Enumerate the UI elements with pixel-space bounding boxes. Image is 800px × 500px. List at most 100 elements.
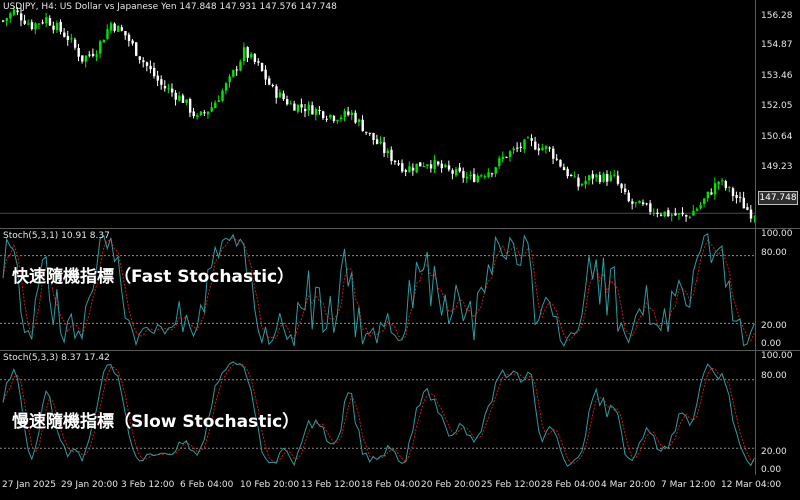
bearish-candle <box>181 95 185 103</box>
bearish-candle <box>149 65 152 70</box>
bearish-candle <box>127 34 131 41</box>
bullish-candle <box>695 208 699 211</box>
bearish-candle <box>616 175 620 184</box>
bullish-candle <box>717 181 720 185</box>
bearish-candle <box>91 53 95 56</box>
bullish-candle <box>221 90 224 101</box>
bullish-candle <box>677 213 681 215</box>
time-label: 28 Feb 04:00 <box>541 480 601 490</box>
time-label: 18 Feb 04:00 <box>361 480 421 490</box>
bearish-candle <box>505 156 508 158</box>
bullish-candle <box>84 55 88 62</box>
bearish-candle <box>318 110 321 112</box>
bullish-candle <box>465 176 469 179</box>
bearish-candle <box>401 163 404 172</box>
bearish-candle <box>48 18 52 26</box>
bullish-candle <box>232 70 235 77</box>
bearish-candle <box>253 53 257 62</box>
bullish-candle <box>5 18 8 21</box>
bearish-candle <box>419 162 422 167</box>
time-axis[interactable]: 27 Jan 2025 29 Jan 20:00 3 Feb 12:00 6 F… <box>0 475 800 500</box>
bearish-candle <box>293 103 296 111</box>
bearish-candle <box>383 142 386 153</box>
bearish-candle <box>271 85 275 87</box>
bullish-candle <box>224 83 228 91</box>
bearish-candle <box>23 20 26 24</box>
bullish-candle <box>688 216 692 218</box>
bearish-candle <box>566 168 569 177</box>
slow-stochastic-pane[interactable]: Stoch(5,3,3) 8.37 17.42 慢速隨機指標（Slow Stoc… <box>0 351 800 475</box>
bearish-candle <box>559 159 562 167</box>
bearish-candle <box>138 56 142 60</box>
bearish-candle <box>2 20 5 22</box>
bullish-candle <box>278 92 282 98</box>
bearish-candle <box>332 115 336 121</box>
bullish-candle <box>595 174 598 178</box>
bullish-candle <box>314 109 318 115</box>
bearish-candle <box>120 27 124 31</box>
price-chart-pane[interactable]: USDJPY, H4: US Dollar vs Japanese Yen 14… <box>0 0 800 228</box>
bearish-candle <box>153 67 156 77</box>
slow-axis-label: 80.00 <box>761 371 787 381</box>
bullish-candle <box>544 146 548 149</box>
bullish-candle <box>9 13 12 19</box>
bearish-candle <box>88 54 91 56</box>
bearish-candle <box>749 209 753 219</box>
bearish-candle <box>41 22 44 24</box>
bearish-candle <box>623 188 627 192</box>
bullish-candle <box>70 38 73 40</box>
time-label: 10 Feb 20:00 <box>240 480 300 490</box>
bullish-candle <box>652 212 656 214</box>
bullish-candle <box>408 166 411 173</box>
bearish-candle <box>375 139 379 144</box>
bearish-candle <box>66 36 70 40</box>
fast-stochastic-chart[interactable] <box>0 229 800 350</box>
bearish-candle <box>321 111 325 119</box>
price-axis-label: 152.05 <box>761 101 793 111</box>
bearish-candle <box>30 22 34 30</box>
price-axis-label: 150.64 <box>761 132 793 142</box>
bullish-candle <box>239 61 242 71</box>
bearish-candle <box>591 174 595 179</box>
bearish-candle <box>393 160 397 163</box>
bearish-candle <box>59 22 62 32</box>
bearish-candle <box>534 141 537 150</box>
bearish-candle <box>519 146 523 148</box>
bullish-candle <box>541 147 544 151</box>
bullish-candle <box>214 102 217 109</box>
bullish-candle <box>602 173 605 182</box>
bullish-candle <box>483 175 487 177</box>
bearish-candle <box>570 175 573 177</box>
bearish-candle <box>372 132 375 140</box>
bullish-candle <box>109 23 113 31</box>
bullish-candle <box>526 137 530 139</box>
bullish-candle <box>185 99 188 103</box>
bearish-candle <box>656 212 659 215</box>
bearish-candle <box>649 203 652 212</box>
bullish-candle <box>55 23 59 31</box>
bullish-candle <box>210 107 213 112</box>
bullish-candle <box>228 76 231 82</box>
bullish-candle <box>444 164 447 168</box>
bullish-candle <box>350 112 354 116</box>
bearish-candle <box>163 86 167 89</box>
bearish-candle <box>548 147 551 149</box>
bullish-candle <box>289 103 293 105</box>
bearish-candle <box>282 93 285 100</box>
bearish-candle <box>472 174 476 182</box>
fast-axis-label: 20.00 <box>761 321 787 331</box>
bearish-candle <box>490 173 494 175</box>
bullish-candle <box>508 151 512 157</box>
bearish-candle <box>631 201 634 204</box>
time-label: 3 Feb 12:00 <box>121 480 175 490</box>
bearish-candle <box>203 112 206 114</box>
fast-stochastic-pane[interactable]: Stoch(5,3,1) 10.91 8.37 快速隨機指標（Fast Stoc… <box>0 229 800 350</box>
bearish-candle <box>731 188 735 196</box>
fast-axis-label: 80.00 <box>761 248 787 258</box>
bullish-candle <box>670 214 674 216</box>
bullish-candle <box>480 175 483 177</box>
price-chart[interactable] <box>0 0 800 228</box>
bearish-candle <box>516 147 519 149</box>
bearish-candle <box>685 215 688 217</box>
bullish-candle <box>296 104 300 112</box>
